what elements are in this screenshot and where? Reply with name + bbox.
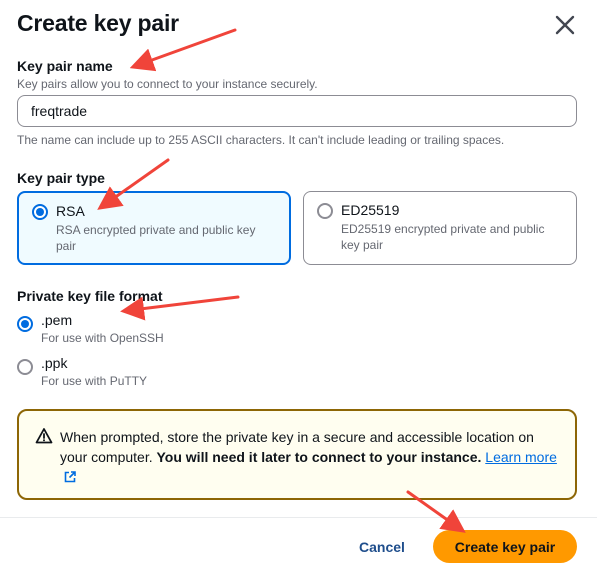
alert-message: When prompted, store the private key in … [60, 427, 560, 487]
pem-description: For use with OpenSSH [41, 331, 164, 345]
pem-radio[interactable] [17, 316, 33, 332]
key-pair-name-constraint: The name can include up to 255 ASCII cha… [17, 133, 505, 147]
rsa-title: RSA [56, 203, 85, 219]
footer-divider [0, 517, 597, 518]
ppk-radio[interactable] [17, 359, 33, 375]
warning-alert: When prompted, store the private key in … [17, 409, 577, 500]
ed25519-title: ED25519 [341, 202, 400, 218]
create-key-pair-button[interactable]: Create key pair [433, 530, 577, 563]
key-pair-type-label: Key pair type [17, 170, 105, 186]
key-type-tile-rsa[interactable]: RSA RSA encrypted private and public key… [17, 191, 291, 265]
ppk-description: For use with PuTTY [41, 374, 148, 388]
create-key-pair-modal: Create key pair Key pair name Key pairs … [0, 0, 597, 575]
external-link-icon [64, 471, 76, 483]
warning-icon [35, 428, 53, 444]
key-pair-name-description: Key pairs allow you to connect to your i… [17, 77, 318, 91]
ed25519-radio[interactable] [317, 203, 333, 219]
ed25519-description: ED25519 encrypted private and public key… [341, 222, 545, 252]
pem-title: .pem [41, 312, 73, 328]
modal-title: Create key pair [17, 10, 179, 36]
format-option-pem[interactable]: .pem For use with OpenSSH [17, 312, 317, 348]
key-pair-name-label: Key pair name [17, 58, 113, 74]
rsa-description: RSA encrypted private and public key pai… [56, 223, 256, 253]
key-pair-name-input[interactable] [17, 95, 577, 127]
close-icon[interactable] [552, 12, 578, 38]
alert-bold-text: You will need it later to connect to you… [156, 449, 482, 465]
rsa-radio[interactable] [32, 204, 48, 220]
file-format-label: Private key file format [17, 288, 163, 304]
cancel-button[interactable]: Cancel [343, 531, 421, 563]
ppk-title: .ppk [41, 355, 68, 371]
format-option-ppk[interactable]: .ppk For use with PuTTY [17, 355, 317, 391]
learn-more-label: Learn more [485, 449, 557, 465]
key-type-tile-ed25519[interactable]: ED25519 ED25519 encrypted private and pu… [303, 191, 577, 265]
